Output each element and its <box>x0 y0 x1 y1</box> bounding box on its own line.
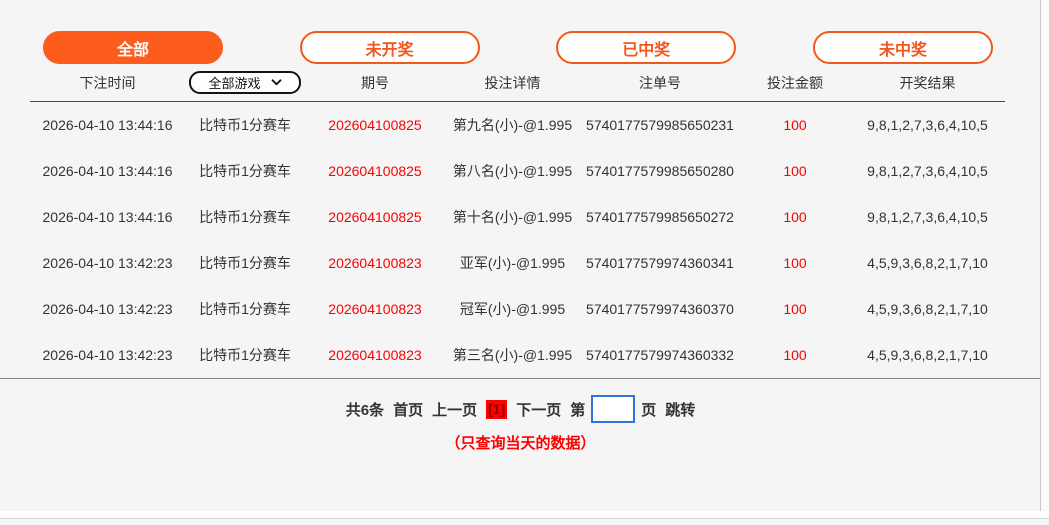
bet-amount: 100 <box>783 163 806 179</box>
game-filter-selected-value: 全部游戏 <box>208 73 260 92</box>
bet-detail: 第九名(小)-@1.995 <box>453 115 572 135</box>
period-number: 202604100823 <box>328 301 421 317</box>
filter-tab-won[interactable]: 已中奖 <box>556 31 736 64</box>
order-number: 5740177579985650280 <box>586 163 734 179</box>
column-header-amount: 投注金额 <box>767 73 823 93</box>
order-number: 5740177579985650272 <box>586 209 734 225</box>
bet-amount: 100 <box>783 117 806 133</box>
bet-time: 2026-04-10 13:42:23 <box>43 347 173 363</box>
bet-time: 2026-04-10 13:44:16 <box>43 163 173 179</box>
period-number: 202604100825 <box>328 163 421 179</box>
table-row: 2026-04-10 13:44:16 比特币1分赛车 202604100825… <box>30 194 1005 240</box>
bet-amount: 100 <box>783 347 806 363</box>
filter-tab-not-drawn[interactable]: 未开奖 <box>300 31 480 64</box>
today-only-note: （只查询当天的数据） <box>0 432 1041 453</box>
period-number: 202604100823 <box>328 347 421 363</box>
draw-result: 9,8,1,2,7,3,6,4,10,5 <box>867 163 988 179</box>
table-header: 下注时间 全部游戏 期号 投注详情 注单号 投注金额 开奖结果 <box>30 64 1005 102</box>
draw-result: 9,8,1,2,7,3,6,4,10,5 <box>867 209 988 225</box>
table-row: 2026-04-10 13:44:16 比特币1分赛车 202604100825… <box>30 102 1005 148</box>
period-number: 202604100823 <box>328 255 421 271</box>
bottom-window-edge <box>0 511 1049 519</box>
order-number: 5740177579974360370 <box>586 301 734 317</box>
column-header-order-no: 注单号 <box>639 73 681 93</box>
column-header-bet-time: 下注时间 <box>80 73 136 93</box>
table-row: 2026-04-10 13:44:16 比特币1分赛车 202604100825… <box>30 148 1005 194</box>
bet-detail: 第三名(小)-@1.995 <box>453 345 572 365</box>
column-header-period: 期号 <box>361 73 389 93</box>
order-number: 5740177579985650231 <box>586 117 734 133</box>
bet-detail: 冠军(小)-@1.995 <box>460 299 565 319</box>
period-number: 202604100825 <box>328 209 421 225</box>
filter-tab-all[interactable]: 全部 <box>43 31 223 64</box>
draw-result: 4,5,9,3,6,8,2,1,7,10 <box>867 255 988 271</box>
game-name: 比特币1分赛车 <box>199 207 291 227</box>
bet-amount: 100 <box>783 255 806 271</box>
pagination-jump-group: 第 页 <box>570 395 656 423</box>
bet-time: 2026-04-10 13:44:16 <box>43 209 173 225</box>
game-name: 比特币1分赛车 <box>199 161 291 181</box>
game-name: 比特币1分赛车 <box>199 299 291 319</box>
filter-tab-not-won[interactable]: 未中奖 <box>813 31 993 64</box>
bet-detail: 第八名(小)-@1.995 <box>453 161 572 181</box>
game-name: 比特币1分赛车 <box>199 253 291 273</box>
bet-detail: 亚军(小)-@1.995 <box>460 253 565 273</box>
bet-time: 2026-04-10 13:42:23 <box>43 255 173 271</box>
page-number-input[interactable] <box>591 395 635 423</box>
filter-tabs: 全部 未开奖 已中奖 未中奖 <box>0 0 1041 64</box>
pagination-total-count: 共6条 <box>346 399 384 420</box>
pagination-first-page[interactable]: 首页 <box>393 399 423 420</box>
order-number: 5740177579974360341 <box>586 255 734 271</box>
period-number: 202604100825 <box>328 117 421 133</box>
game-name: 比特币1分赛车 <box>199 115 291 135</box>
bet-time: 2026-04-10 13:42:23 <box>43 301 173 317</box>
pagination-prev-page[interactable]: 上一页 <box>432 399 477 420</box>
pagination-jump-label-post: 页 <box>641 399 656 420</box>
bet-amount: 100 <box>783 209 806 225</box>
table-row: 2026-04-10 13:42:23 比特币1分赛车 202604100823… <box>30 286 1005 332</box>
game-name: 比特币1分赛车 <box>199 345 291 365</box>
betting-records-page: 全部 未开奖 已中奖 未中奖 下注时间 全部游戏 期号 投注详情 注单号 投注金… <box>0 0 1041 511</box>
game-filter-select[interactable]: 全部游戏 <box>189 71 301 94</box>
draw-result: 4,5,9,3,6,8,2,1,7,10 <box>867 347 988 363</box>
bet-time: 2026-04-10 13:44:16 <box>43 117 173 133</box>
pagination-next-page[interactable]: 下一页 <box>516 399 561 420</box>
chevron-down-icon <box>271 79 282 86</box>
pagination: 共6条 首页 上一页 [1] 下一页 第 页 跳转 <box>0 395 1041 423</box>
pagination-jump-button[interactable]: 跳转 <box>665 399 695 420</box>
order-number: 5740177579974360332 <box>586 347 734 363</box>
draw-result: 9,8,1,2,7,3,6,4,10,5 <box>867 117 988 133</box>
table-body: 2026-04-10 13:44:16 比特币1分赛车 202604100825… <box>0 102 1041 379</box>
bet-detail: 第十名(小)-@1.995 <box>453 207 572 227</box>
table-row: 2026-04-10 13:42:23 比特币1分赛车 202604100823… <box>30 240 1005 286</box>
draw-result: 4,5,9,3,6,8,2,1,7,10 <box>867 301 988 317</box>
table-row: 2026-04-10 13:42:23 比特币1分赛车 202604100823… <box>30 332 1005 378</box>
column-header-bet-detail: 投注详情 <box>485 73 541 93</box>
column-header-result: 开奖结果 <box>900 73 956 93</box>
bet-amount: 100 <box>783 301 806 317</box>
vertical-scrollbar-track[interactable] <box>1040 0 1049 512</box>
pagination-jump-label-pre: 第 <box>570 399 585 420</box>
pagination-current-page: [1] <box>486 400 507 419</box>
